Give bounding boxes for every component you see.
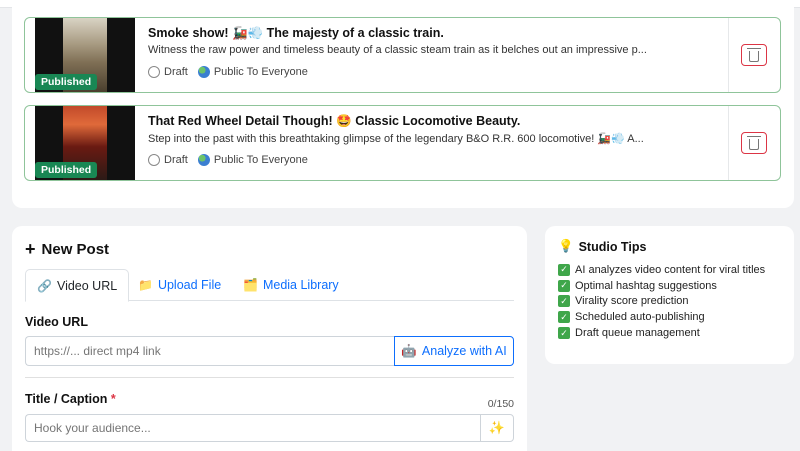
trash-icon bbox=[747, 135, 761, 150]
required-mark: * bbox=[110, 392, 116, 406]
title-input-group: ✨ bbox=[25, 414, 514, 442]
check-icon: ✓ bbox=[558, 311, 570, 324]
link-icon: 🔗 bbox=[37, 278, 52, 293]
new-post-heading-text: New Post bbox=[41, 240, 110, 258]
tab-upload-file[interactable]: 📁 Upload File bbox=[127, 269, 232, 301]
posts-list-card: Published Smoke show! 🚂💨 The majesty of … bbox=[12, 0, 794, 208]
video-url-group: 🤖 Analyze with AI bbox=[25, 336, 514, 366]
draft-status: Draft bbox=[148, 66, 188, 78]
tip-text: Virality score prediction bbox=[575, 295, 689, 308]
status-badge: Published bbox=[35, 162, 98, 178]
delete-button[interactable] bbox=[741, 44, 767, 66]
video-url-label: Video URL bbox=[25, 315, 88, 329]
plus-icon: + bbox=[25, 239, 36, 259]
lightbulb-icon: 💡 bbox=[558, 239, 574, 253]
analyze-with-ai-button[interactable]: 🤖 Analyze with AI bbox=[394, 336, 514, 366]
title-caption-label-text: Title / Caption bbox=[25, 392, 108, 406]
delete-button[interactable] bbox=[741, 132, 767, 154]
new-post-heading: + New Post bbox=[25, 240, 109, 258]
tips-list: ✓ AI analyzes video content for viral tit… bbox=[558, 262, 765, 341]
tip-text: AI analyzes video content for viral titl… bbox=[575, 263, 766, 276]
visibility-status: Public To Everyone bbox=[197, 154, 308, 166]
folder-icon: 📁 bbox=[138, 278, 153, 292]
visibility-status: Public To Everyone bbox=[197, 66, 308, 78]
check-icon: ✓ bbox=[558, 327, 570, 340]
draft-label: Draft bbox=[164, 66, 188, 78]
title-caption-input[interactable] bbox=[25, 414, 480, 442]
post-title: Smoke show! 🚂💨 The majesty of a classic … bbox=[148, 26, 444, 40]
draft-label: Draft bbox=[164, 154, 188, 166]
char-counter: 0/150 bbox=[487, 398, 514, 410]
library-icon: 🗂️ bbox=[243, 278, 258, 292]
draft-status: Draft bbox=[148, 154, 188, 166]
list-item: ✓ Scheduled auto-publishing bbox=[558, 309, 765, 325]
studio-tips-card: 💡 Studio Tips ✓ AI analyzes video content… bbox=[545, 226, 794, 364]
trash-icon bbox=[747, 47, 761, 62]
list-item: ✓ Optimal hashtag suggestions bbox=[558, 278, 765, 294]
check-icon: ✓ bbox=[558, 279, 570, 292]
tab-label: Video URL bbox=[56, 278, 118, 293]
globe-icon bbox=[197, 66, 210, 78]
tab-video-url[interactable]: 🔗 Video URL bbox=[25, 269, 130, 302]
post-meta: Draft Public To Everyone bbox=[148, 154, 308, 166]
tab-media-library[interactable]: 🗂️ Media Library bbox=[232, 269, 350, 301]
clock-icon bbox=[148, 66, 160, 78]
tip-text: Optimal hashtag suggestions bbox=[575, 279, 717, 292]
tip-text: Draft queue management bbox=[575, 327, 700, 340]
analyze-label: Analyze with AI bbox=[421, 344, 507, 358]
post-thumbnail[interactable]: Published bbox=[35, 106, 135, 180]
list-item: ✓ AI analyzes video content for viral tit… bbox=[558, 262, 765, 278]
post-thumbnail[interactable]: Published bbox=[35, 18, 135, 92]
post-title: That Red Wheel Detail Though! 🤩 Classic … bbox=[148, 114, 521, 128]
tab-label: Upload File bbox=[157, 278, 222, 292]
post-item[interactable]: Published That Red Wheel Detail Though! … bbox=[24, 105, 781, 181]
sparkle-icon: ✨ bbox=[488, 420, 506, 435]
new-post-card: + New Post 🔗 Video URL 📁 Upload File 🗂️ … bbox=[12, 226, 527, 451]
post-description: Witness the raw power and timeless beaut… bbox=[148, 44, 647, 56]
status-badge: Published bbox=[35, 74, 98, 90]
sparkle-button[interactable]: ✨ bbox=[480, 414, 514, 442]
list-item: ✓ Virality score prediction bbox=[558, 294, 765, 310]
visibility-label: Public To Everyone bbox=[213, 154, 308, 166]
robot-icon: 🤖 bbox=[401, 343, 417, 358]
post-description: Step into the past with this breathtakin… bbox=[148, 133, 644, 145]
section-divider bbox=[25, 377, 514, 378]
check-icon: ✓ bbox=[558, 295, 570, 308]
tip-text: Scheduled auto-publishing bbox=[575, 311, 705, 324]
post-item[interactable]: Published Smoke show! 🚂💨 The majesty of … bbox=[24, 17, 781, 93]
title-caption-label: Title / Caption * bbox=[25, 392, 116, 406]
clock-icon bbox=[148, 154, 160, 166]
tips-heading-text: Studio Tips bbox=[578, 239, 647, 254]
check-icon: ✓ bbox=[558, 263, 570, 276]
post-meta: Draft Public To Everyone bbox=[148, 66, 308, 78]
source-tabs: 🔗 Video URL 📁 Upload File 🗂️ Media Libra… bbox=[25, 269, 514, 302]
list-item: ✓ Draft queue management bbox=[558, 325, 765, 341]
globe-icon bbox=[197, 154, 210, 166]
tips-heading: 💡 Studio Tips bbox=[558, 239, 646, 254]
tab-label: Media Library bbox=[262, 278, 339, 292]
post-actions bbox=[728, 106, 780, 180]
post-actions bbox=[728, 18, 780, 92]
visibility-label: Public To Everyone bbox=[213, 66, 308, 78]
video-url-input[interactable] bbox=[25, 336, 394, 366]
